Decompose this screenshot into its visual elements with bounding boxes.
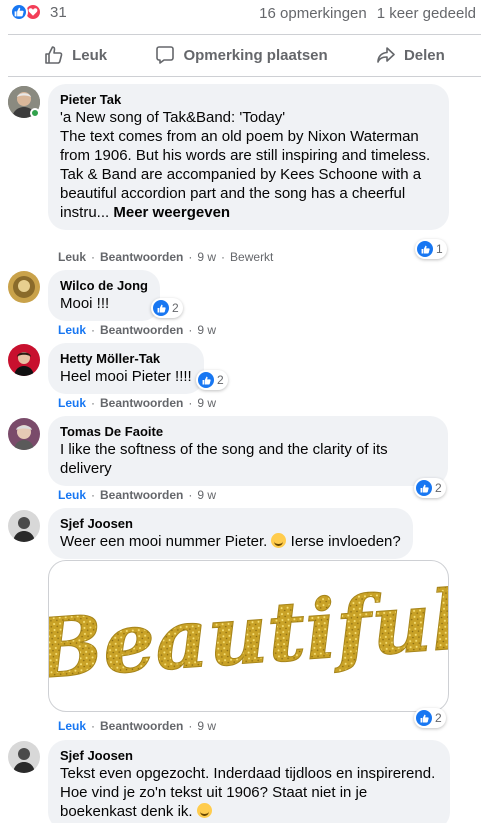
post-actions: Leuk Opmerking plaatsen Delen [0,36,489,74]
comment-bubble: Hetty Möller-Tak Heel mooi Pieter !!!! [48,343,204,394]
comment-button[interactable]: Opmerking plaatsen [155,45,328,65]
comment-reply-link[interactable]: Beantwoorden [100,250,183,264]
comment-author[interactable]: Sjef Joosen [60,515,401,532]
like-reaction-icon [153,300,169,316]
post-stats-bar: 31 16 opmerkingen 1 keer gedeeld [0,0,489,28]
reaction-number: 1 [436,242,443,256]
comment-like-link[interactable]: Leuk [58,250,86,264]
comment-reaction-count[interactable]: 2 [151,298,183,318]
online-status-dot [30,108,40,118]
comment-like-link[interactable]: Leuk [58,488,86,502]
avatar[interactable] [8,344,40,376]
comment-meta: Leuk · Beantwoorden · 9 w · Bewerkt [58,250,273,264]
comment-bubble: Sjef Joosen Tekst even opgezocht. Inderd… [48,740,450,823]
like-reaction-icon [416,480,432,496]
comment-text-part: Weer een mooi nummer Pieter. [60,533,272,550]
comment-reply-link[interactable]: Beantwoorden [100,719,183,733]
see-more-link[interactable]: Meer weergeven [113,204,230,221]
comment-image[interactable]: Beautiful [48,560,449,712]
comment-author[interactable]: Sjef Joosen [60,747,438,764]
share-button[interactable]: Delen [376,45,445,65]
separator: · [188,323,193,337]
reaction-number: 2 [217,373,224,387]
avatar[interactable] [8,741,40,773]
comment-reaction-count[interactable]: 1 [415,239,447,259]
share-button-label: Delen [403,46,445,64]
comment-bubble: Pieter Tak 'a New song of Tak&Band: 'Tod… [48,84,449,230]
separator: · [188,250,193,264]
comment-author[interactable]: Pieter Tak [60,91,437,108]
separator: · [221,250,226,264]
separator: · [91,323,96,337]
comment-meta: Leuk · Beantwoorden · 9 w [58,323,216,337]
shares-count-link[interactable]: 1 keer gedeeld [377,5,476,22]
comment-reply-link[interactable]: Beantwoorden [100,396,183,410]
like-reaction-icon [198,372,214,388]
comment-text-part: Ierse invloeden? [286,533,401,550]
comment-like-link[interactable]: Leuk [58,396,86,410]
comment-time[interactable]: 9 w [197,323,216,337]
comment-text: Tekst even opgezocht. Inderdaad tijdloos… [60,764,438,821]
separator: · [91,250,96,264]
comment-button-label: Opmerking plaatsen [183,46,328,64]
comment-reply-link[interactable]: Beantwoorden [100,323,183,337]
reaction-count: 31 [50,3,67,21]
comment-reply-link[interactable]: Beantwoorden [100,488,183,502]
separator: · [188,719,193,733]
comment-reaction-count[interactable]: 2 [414,708,446,728]
comment-like-link[interactable]: Leuk [58,323,86,337]
like-button[interactable]: Leuk [44,45,107,65]
comments-count-link[interactable]: 16 opmerkingen [259,5,367,22]
comment-bubble: Sjef Joosen Weer een mooi nummer Pieter.… [48,508,413,559]
comment-text: 'a New song of Tak&Band: 'Today' The tex… [60,108,437,222]
comment-reaction-count[interactable]: 2 [414,478,446,498]
separator: · [91,719,96,733]
comment-time[interactable]: 9 w [197,250,216,264]
comment-author[interactable]: Wilco de Jong [60,277,148,294]
reaction-number: 2 [172,301,179,315]
reaction-number: 2 [435,481,442,495]
comment-bubble: Wilco de Jong Mooi !!! [48,270,160,321]
reaction-number: 2 [435,711,442,725]
like-button-label: Leuk [72,46,108,64]
comment-time[interactable]: 9 w [197,488,216,502]
avatar[interactable] [8,418,40,450]
avatar[interactable] [8,271,40,303]
reactions-summary[interactable]: 31 [10,3,67,21]
separator: · [188,488,193,502]
separator: · [91,396,96,410]
thumbs-up-icon [45,46,63,64]
comment-text: Weer een mooi nummer Pieter. Ierse invlo… [60,532,401,551]
comment-meta: Leuk · Beantwoorden · 9 w [58,488,216,502]
like-reaction-icon [416,710,432,726]
comment-text: I like the softness of the song and the … [60,441,388,477]
comment-bubble: Tomas De Faoite I like the softness of t… [48,416,448,486]
divider [8,76,481,77]
share-arrow-icon [377,47,395,63]
comment-edited-label: Bewerkt [230,250,274,264]
separator: · [188,396,193,410]
comment-author[interactable]: Hetty Möller-Tak [60,350,192,367]
divider [8,34,481,35]
speech-bubble-icon [156,46,175,64]
comment-time[interactable]: 9 w [197,396,216,410]
comment-meta: Leuk · Beantwoorden · 9 w [58,719,216,733]
comment-reaction-count[interactable]: 2 [196,370,228,390]
comment-time[interactable]: 9 w [197,719,216,733]
smiling-face-emoji-icon [271,533,287,548]
avatar[interactable] [8,510,40,542]
beautiful-glitter-text: Beautiful [49,572,449,698]
comment-text: Mooi !!! [60,295,110,312]
like-reaction-icon [417,241,433,257]
comment-meta: Leuk · Beantwoorden · 9 w [58,396,216,410]
comment-like-link[interactable]: Leuk [58,719,86,733]
comment-text-body: Tekst even opgezocht. Inderdaad tijdloos… [60,765,436,820]
comment-author[interactable]: Tomas De Faoite [60,423,436,440]
like-reaction-icon [10,3,28,21]
comment-text: Heel mooi Pieter !!!! [60,368,192,385]
smiling-face-emoji-icon [196,803,212,818]
separator: · [91,488,96,502]
